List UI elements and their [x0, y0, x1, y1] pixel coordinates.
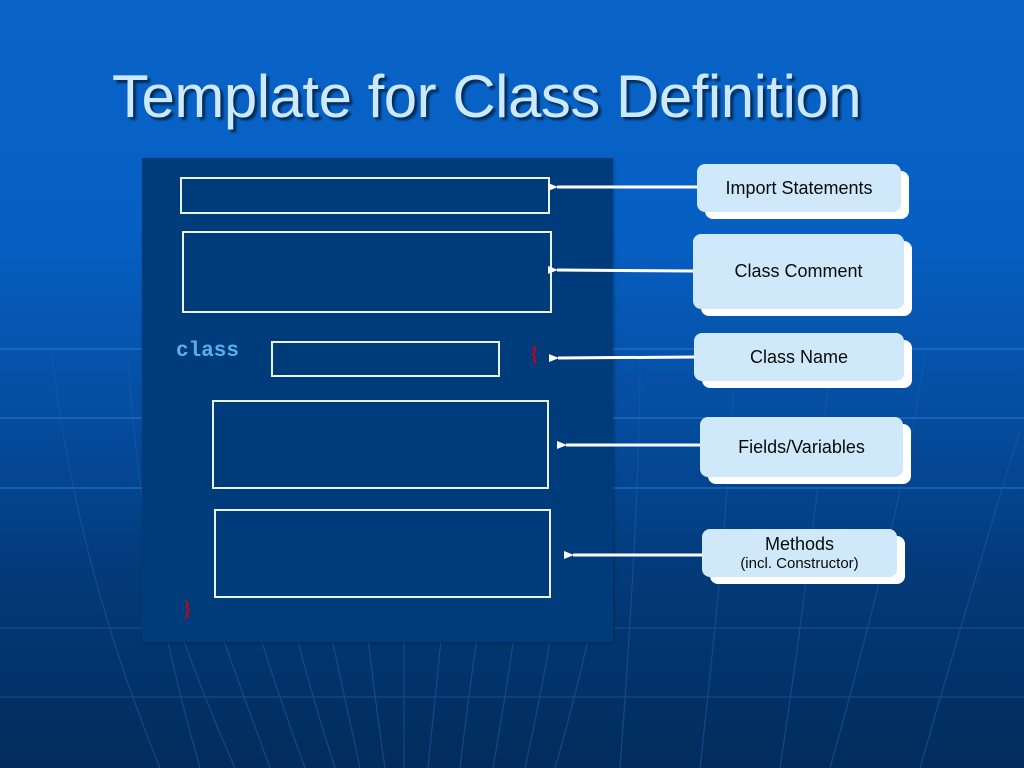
grid-curve [427, 629, 443, 768]
import-statements-slot [180, 177, 550, 214]
grid-curve [294, 629, 336, 768]
open-brace: { [530, 341, 539, 366]
callout-label: Fields/Variables [738, 436, 865, 457]
callout-fields-variables: Fields/Variables [700, 417, 903, 477]
grid-curve [554, 629, 591, 768]
callout-label: Import Statements [725, 177, 873, 198]
grid-curve [492, 629, 516, 768]
callout-class-name: Class Name [694, 333, 904, 381]
grid-curve [366, 629, 386, 768]
callout-sublabel: (incl. Constructor) [740, 554, 859, 572]
grid-curve [257, 629, 306, 768]
callout-label: Class Comment [734, 261, 863, 282]
close-brace: } [183, 596, 192, 621]
methods-slot [214, 509, 551, 598]
class-name-slot [271, 341, 500, 377]
grid-curve [919, 429, 1021, 768]
class-keyword: class [176, 340, 240, 363]
callout-import-statements: Import Statements [697, 164, 901, 212]
callout-class-comment: Class Comment [693, 234, 904, 309]
grid-curve [219, 629, 271, 768]
grid-curve [329, 629, 361, 768]
callout-label: Class Name [749, 346, 849, 367]
fields-slot [212, 400, 549, 489]
class-comment-slot [182, 231, 552, 313]
grid-curve [179, 629, 236, 768]
slide-title: Template for Class Definition [112, 63, 862, 130]
callout-methods: Methods (incl. Constructor) [702, 529, 897, 577]
callout-label: Methods [764, 534, 835, 555]
grid-curve [459, 629, 479, 768]
grid-curve [619, 354, 641, 768]
grid-curve [524, 629, 553, 768]
